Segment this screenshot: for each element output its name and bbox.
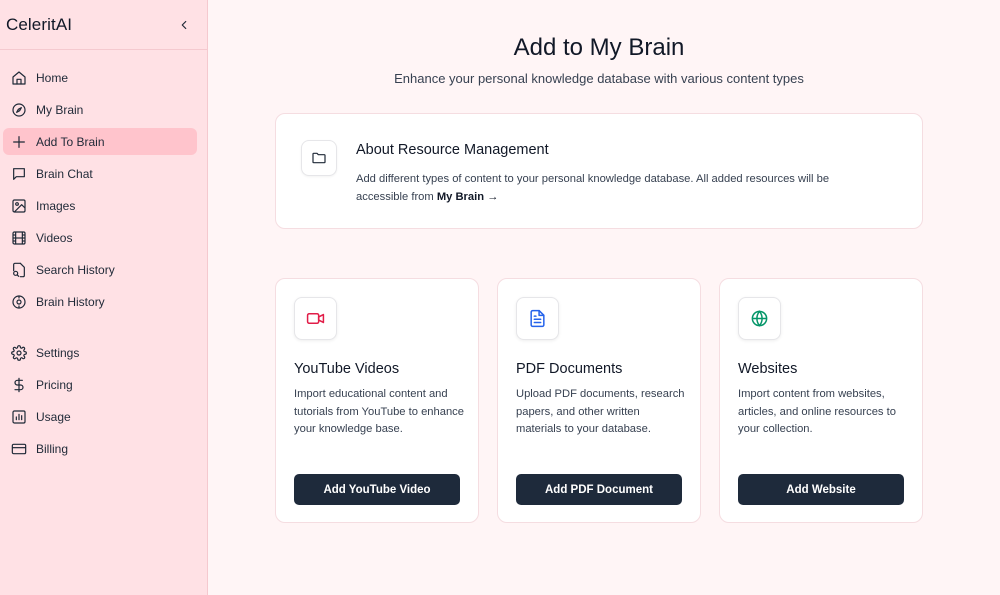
about-title: About Resource Management: [356, 142, 549, 158]
sidebar-item-label: Brain Chat: [36, 166, 93, 181]
sidebar-item-images[interactable]: Images: [3, 192, 197, 219]
page-title: Add to My Brain: [513, 34, 685, 61]
folder-icon-box: [301, 140, 337, 176]
file-search-icon: [11, 262, 27, 278]
sidebar-item-label: Billing: [36, 441, 69, 456]
bar-chart-icon: [11, 409, 27, 425]
file-text-icon: [530, 309, 545, 328]
file-text-icon-box: [516, 297, 559, 340]
page-subtitle: Enhance your personal knowledge database…: [394, 71, 804, 86]
home-icon: [11, 70, 27, 86]
card-description: Import educational content and tutorials…: [294, 388, 464, 435]
sidebar-item-label: Images: [36, 198, 76, 213]
about-resource-card: About Resource Management Add different …: [275, 113, 923, 229]
add-pdf-document-button[interactable]: Add PDF Document: [516, 474, 682, 505]
sidebar-item-label: Usage: [36, 409, 71, 424]
collapse-sidebar-button[interactable]: [175, 16, 193, 34]
brand-logo[interactable]: CeleritAI: [6, 15, 72, 35]
sidebar-header: CeleritAI: [0, 0, 207, 50]
compass-icon: [11, 294, 27, 310]
my-brain-link[interactable]: My Brain →: [437, 191, 499, 203]
card-description: Upload PDF documents, research papers, a…: [516, 388, 685, 435]
sidebar-item-settings[interactable]: Settings: [3, 339, 197, 366]
sidebar-item-my-brain[interactable]: My Brain: [3, 96, 197, 123]
add-youtube-video-button[interactable]: Add YouTube Video: [294, 474, 460, 505]
credit-card-icon: [11, 441, 27, 457]
video-icon: [306, 312, 325, 325]
sidebar-item-label: Add To Brain: [36, 134, 105, 149]
main-content: Add to My Brain Enhance your personal kn…: [208, 0, 1000, 595]
card-title: YouTube Videos: [294, 361, 400, 377]
message-square-icon: [11, 166, 27, 182]
plus-icon: [11, 134, 27, 150]
sidebar-item-label: Settings: [36, 345, 80, 360]
chevron-left-icon: [181, 20, 187, 29]
sidebar-item-add-to-brain[interactable]: Add To Brain: [3, 128, 197, 155]
dollar-icon: [11, 377, 27, 393]
website-card: Websites Import content from websites, a…: [719, 278, 923, 523]
folder-icon: [312, 152, 326, 164]
card-description: Import content from websites, articles, …: [738, 388, 896, 435]
sidebar-item-label: Brain History: [36, 294, 105, 309]
sidebar-item-videos[interactable]: Videos: [3, 224, 197, 251]
card-title: PDF Documents: [516, 361, 623, 377]
sidebar-item-home[interactable]: Home: [3, 64, 197, 91]
add-website-button[interactable]: Add Website: [738, 474, 904, 505]
sidebar-item-pricing[interactable]: Pricing: [3, 371, 197, 398]
sidebar-item-label: Pricing: [36, 377, 73, 392]
pdf-card: PDF Documents Upload PDF documents, rese…: [497, 278, 701, 523]
sidebar-item-billing[interactable]: Billing: [3, 435, 197, 462]
globe-icon: [751, 310, 768, 327]
sidebar-item-label: Videos: [36, 230, 73, 245]
sidebar-item-brain-history[interactable]: Brain History: [3, 288, 197, 315]
sidebar: CeleritAI Home My Brain Add To Brain Bra…: [0, 0, 208, 595]
about-description: Add different types of content to your p…: [356, 170, 876, 206]
sidebar-item-label: My Brain: [36, 102, 84, 117]
card-title: Websites: [738, 361, 798, 377]
youtube-card: YouTube Videos Import educational conten…: [275, 278, 479, 523]
globe-icon-box: [738, 297, 781, 340]
compass-icon: [11, 102, 27, 118]
sidebar-item-search-history[interactable]: Search History: [3, 256, 197, 283]
gear-icon: [11, 344, 27, 361]
film-icon: [11, 230, 27, 246]
image-icon: [11, 198, 27, 214]
video-icon-box: [294, 297, 337, 340]
sidebar-item-usage[interactable]: Usage: [3, 403, 197, 430]
about-text: Add different types of content to your p…: [356, 173, 830, 203]
sidebar-item-brain-chat[interactable]: Brain Chat: [3, 160, 197, 187]
sidebar-item-label: Search History: [36, 262, 115, 277]
sidebar-item-label: Home: [36, 70, 69, 85]
